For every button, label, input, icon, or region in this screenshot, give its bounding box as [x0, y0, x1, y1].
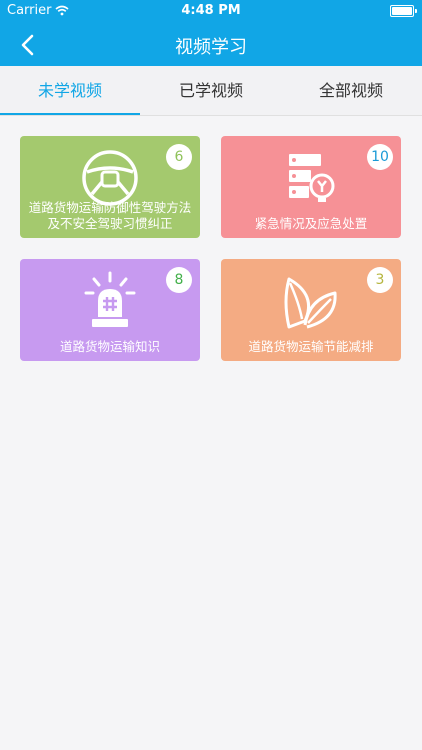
- video-category-card[interactable]: 紧急情况及应急处置 10: [221, 136, 401, 238]
- siren-icon: [84, 271, 136, 327]
- card-label: 道路货物运输节能减排: [248, 339, 374, 354]
- count-badge: 3: [367, 267, 393, 293]
- page-title: 视频学习: [175, 37, 247, 58]
- status-bar: Carrier 4:48 PM: [0, 0, 422, 22]
- count-badge: 6: [166, 144, 192, 170]
- battery-icon: [390, 5, 417, 17]
- emergency-server-icon: [289, 154, 335, 202]
- tab-all[interactable]: 全部视频: [281, 66, 421, 116]
- app-header: Carrier 4:48 PM 视频学习: [0, 0, 422, 66]
- leaf-icon: [284, 277, 337, 329]
- video-category-card[interactable]: 道路货物运输防御性驾驶方法及不安全驾驶习惯纠正 6: [20, 136, 200, 238]
- card-label: 道路货物运输知识: [59, 339, 160, 354]
- count-badge: 10: [367, 144, 393, 170]
- tab-unwatched[interactable]: 未学视频: [0, 66, 140, 116]
- count-badge: 8: [166, 267, 192, 293]
- tab-divider: [0, 115, 422, 116]
- tab-watched[interactable]: 已学视频: [141, 66, 281, 116]
- status-time: 4:48 PM: [181, 3, 241, 18]
- card-label: 道路货物运输防御性驾驶方法及不安全驾驶习惯纠正: [28, 200, 192, 231]
- card-label: 紧急情况及应急处置: [254, 216, 368, 231]
- tab-bar: 未学视频 已学视频 全部视频: [0, 66, 422, 116]
- steering-wheel-icon: [82, 150, 138, 206]
- video-category-card[interactable]: 道路货物运输节能减排 3: [221, 259, 401, 361]
- video-category-card[interactable]: 道路货物运输知识 8: [20, 259, 200, 361]
